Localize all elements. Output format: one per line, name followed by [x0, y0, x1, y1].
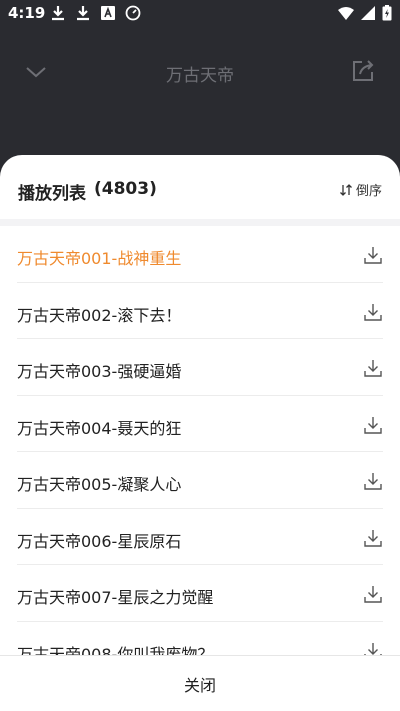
player-title: 万古天帝 — [166, 66, 234, 86]
sort-order-label: 倒序 — [355, 184, 382, 199]
header-divider — [0, 219, 400, 226]
player-header: 万古天帝 — [0, 50, 400, 94]
download-icon[interactable] — [363, 358, 383, 378]
speedometer-icon — [125, 5, 141, 21]
download-icon — [77, 6, 89, 21]
episode-list[interactable]: 万古天帝001-战神重生 万古天帝002-滚下去！ 万古天帝003-强硬逼婚 万古天帝… — [0, 226, 400, 655]
episode-item[interactable]: 万古天帝008-你叫我废物？ — [17, 622, 383, 656]
episode-item[interactable]: 万古天帝004-聂天的狂 — [17, 396, 383, 452]
download-icon[interactable] — [363, 245, 383, 265]
episode-title: 万古天帝006-星辰原石 — [17, 531, 182, 551]
download-icon[interactable] — [363, 641, 383, 656]
episode-item[interactable]: 万古天帝006-星辰原石 — [17, 509, 383, 565]
download-icon — [52, 6, 64, 21]
episode-title: 万古天帝005-凝聚人心 — [17, 475, 182, 494]
sort-icon — [340, 183, 352, 196]
download-icon[interactable] — [363, 471, 383, 491]
episode-item[interactable]: 万古天帝001-战神重生 — [17, 226, 383, 283]
episode-item[interactable]: 万古天帝002-滚下去！ — [17, 283, 383, 339]
download-icon[interactable] — [363, 302, 383, 322]
episode-item[interactable]: 万古天帝003-强硬逼婚 — [17, 339, 383, 396]
episode-item[interactable]: 万古天帝005-凝聚人心 — [17, 452, 383, 509]
episode-title: 万古天帝003-强硬逼婚 — [17, 362, 182, 381]
status-time: 4:19 — [8, 4, 46, 22]
signal-icon — [361, 6, 375, 20]
a-app-icon — [101, 6, 115, 20]
download-icon[interactable] — [363, 415, 383, 435]
playlist-title-label: 播放列表 — [18, 184, 86, 204]
episode-title: 万古天帝002-滚下去！ — [17, 305, 182, 325]
playlist-title: 播放列表 (4803) — [18, 179, 157, 204]
episode-title: 万古天帝007-星辰之力觉醒 — [17, 588, 214, 607]
download-icon[interactable] — [363, 528, 383, 548]
download-icon[interactable] — [363, 584, 383, 604]
sort-order-button[interactable]: 倒序 — [339, 180, 382, 199]
episode-item[interactable]: 万古天帝007-星辰之力觉醒 — [17, 565, 383, 622]
close-button[interactable]: 关闭 — [0, 655, 400, 711]
wifi-icon — [338, 7, 354, 20]
playlist-header: 播放列表 (4803) 倒序 — [0, 155, 400, 221]
playlist-sheet: 播放列表 (4803) 倒序 万古天帝001-战神重生 万古天帝002-滚下去！万… — [0, 155, 400, 711]
episode-title: 万古天帝008-你叫我废物？ — [17, 644, 214, 656]
system-icons — [338, 5, 392, 21]
episode-title: 万古天帝004-聂天的狂 — [17, 418, 182, 438]
playlist-count: (4803) — [94, 179, 157, 199]
episode-title: 万古天帝001-战神重生 — [17, 249, 182, 268]
status-bar: 4:19 — [0, 0, 400, 28]
battery-charging-icon — [382, 5, 392, 21]
share-icon[interactable] — [350, 58, 376, 84]
notification-icons — [50, 5, 141, 21]
